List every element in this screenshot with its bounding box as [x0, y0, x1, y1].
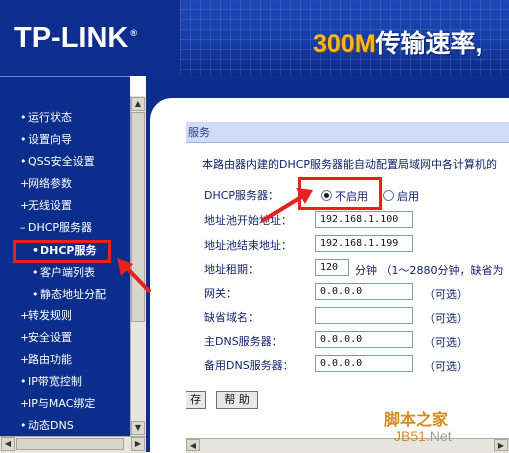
- annotation-arrows: [117, 188, 313, 294]
- watermark-en: JB51.Net: [394, 428, 452, 444]
- arrow-to-radio-icon: [260, 188, 313, 223]
- arrow-to-nav-icon: [117, 258, 152, 294]
- watermark-cn: 脚本之家: [384, 410, 449, 429]
